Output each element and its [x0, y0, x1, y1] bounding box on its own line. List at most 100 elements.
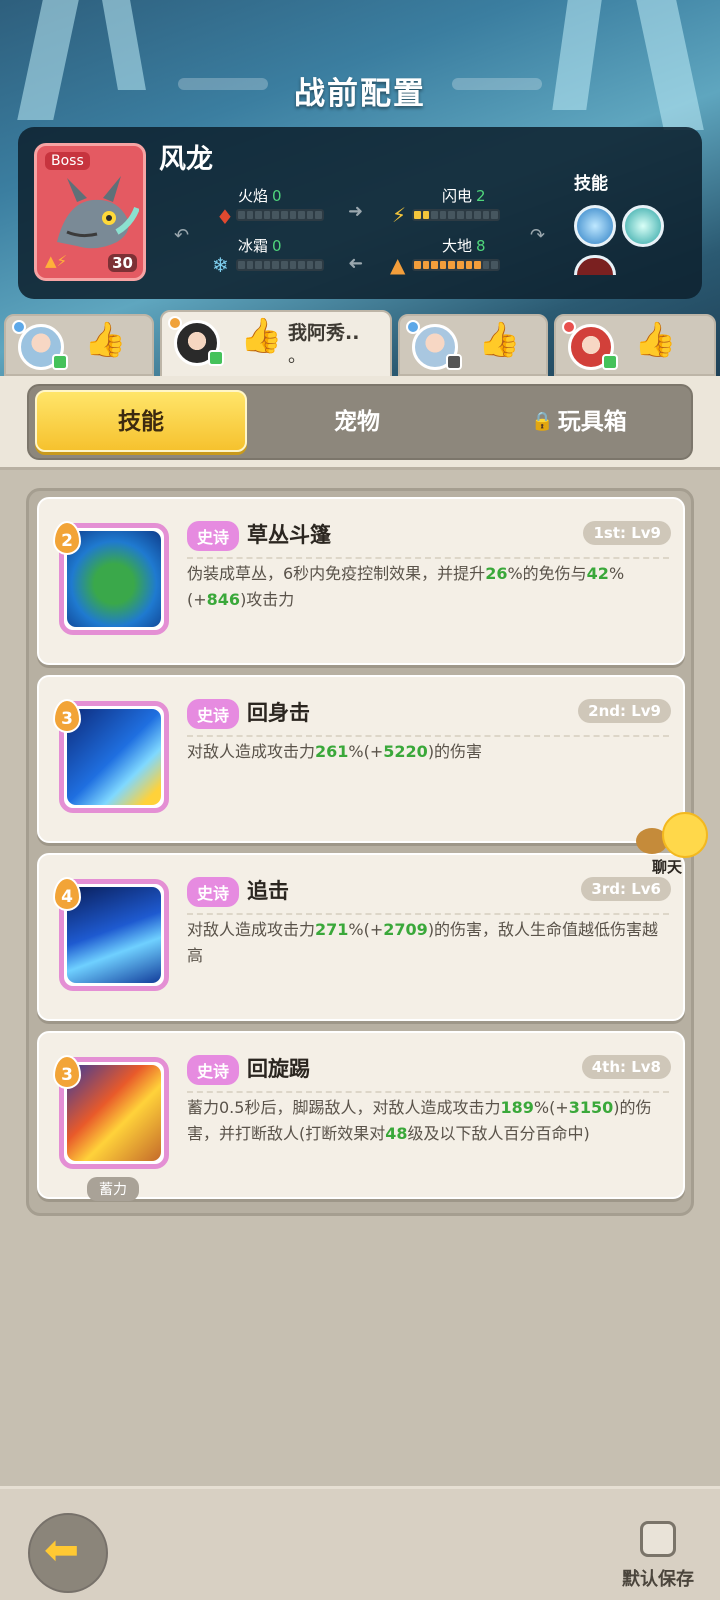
stat-bar-segment — [422, 211, 430, 219]
smiley-icon — [662, 812, 708, 858]
stat-lightning-label: 闪电 — [442, 187, 473, 205]
stat-bar-segment — [272, 211, 279, 219]
earth-lightning-icon: ▲⚡ — [45, 252, 68, 270]
tab-toybox[interactable]: 🔒 玩具箱 — [473, 386, 685, 458]
skill-slot-level: 2nd: Lv9 — [578, 699, 671, 723]
stat-bar-segment — [255, 261, 262, 269]
highlight-value: 2709 — [383, 920, 428, 939]
description-text: %的免伤与 — [507, 564, 587, 583]
online-badge-icon — [602, 354, 618, 370]
back-button[interactable]: ⬅ — [28, 1513, 108, 1593]
page-title: 战前配置 — [294, 76, 426, 112]
offline-badge-icon — [446, 354, 462, 370]
stat-bar-segment — [448, 261, 455, 269]
stat-lightning-value: 2 — [476, 187, 486, 205]
description-text: )攻击力 — [240, 590, 295, 609]
stat-bar-segment — [439, 261, 447, 269]
player-name-continued: 。 — [288, 346, 306, 367]
stat-bar-segment — [238, 261, 245, 269]
tab-pets[interactable]: 宠物 — [251, 386, 463, 458]
skill-name: 追击 — [247, 879, 289, 903]
swap-arrow-icon: ↷ — [530, 225, 546, 246]
rarity-badge: 史诗 — [187, 699, 240, 729]
description-text: 对敌人造成攻击力 — [187, 742, 316, 761]
highlight-value: 189 — [500, 1098, 534, 1117]
tab-skills[interactable]: 技能 — [35, 390, 247, 452]
player-name: 我阿秀.. — [288, 322, 360, 344]
thumbs-up-icon[interactable]: 👍 — [478, 320, 520, 360]
tab-toybox-label: 玩具箱 — [557, 409, 627, 435]
stat-lightning-bar — [412, 209, 500, 221]
description-text: 级及以下敌人百分百命中) — [407, 1124, 590, 1143]
skill-card[interactable]: 3 蓄力 史诗 回旋踢 4th: Lv8 蓄力0.5秒后，脚踢敌人，对敌人造成攻… — [37, 1031, 685, 1201]
skill-cost-badge: 4 — [53, 877, 81, 911]
skill-card[interactable]: 3 史诗 回身击 2nd: Lv9 对敌人造成攻击力261%(+5220)的伤害 — [37, 675, 685, 843]
stat-bar-segment — [456, 211, 464, 219]
class-icon — [168, 316, 182, 330]
skill-list: 2 史诗 草丛斗篷 1st: Lv9 伪装成草丛，6秒内免疫控制效果，并提升26… — [26, 488, 694, 1216]
stat-bar-segment — [238, 211, 245, 219]
description-text: )的伤害 — [427, 742, 483, 761]
default-save-checkbox[interactable] — [640, 1521, 676, 1557]
rarity-badge: 史诗 — [187, 521, 240, 551]
player-tab-4[interactable]: 👍 — [554, 314, 716, 376]
skill-name: 回旋踢 — [247, 1057, 310, 1081]
stat-bar-segment — [272, 261, 279, 269]
stat-bar-segment — [448, 211, 455, 219]
thumbs-up-icon[interactable]: 👍 — [84, 320, 126, 360]
stat-frost-bar — [236, 259, 324, 271]
stat-bar-segment — [491, 261, 498, 269]
description-text: %(+ — [533, 1098, 569, 1117]
stat-bar-segment — [306, 211, 314, 219]
highlight-value: 42 — [586, 564, 609, 583]
stat-bar-segment — [280, 211, 288, 219]
skill-cost-badge: 3 — [53, 699, 81, 733]
stat-bar-segment — [414, 211, 421, 219]
description-text: 伪装成草丛，6秒内免疫控制效果，并提升 — [187, 564, 486, 583]
wind-dragon-icon — [57, 176, 139, 249]
skill-cost-badge: 3 — [53, 1055, 81, 1089]
class-icon — [562, 320, 576, 334]
category-tabs-container: 技能 宠物 🔒 玩具箱 — [0, 376, 720, 470]
boss-name: 风龙 — [159, 144, 213, 175]
player-tab-1[interactable]: 👍 — [4, 314, 154, 376]
skill-card[interactable]: 2 史诗 草丛斗篷 1st: Lv9 伪装成草丛，6秒内免疫控制效果，并提升26… — [37, 497, 685, 665]
stat-bar-segment — [465, 261, 473, 269]
stat-bar-segment — [431, 211, 438, 219]
online-badge-icon — [52, 354, 68, 370]
boss-portrait-card[interactable]: Boss ▲⚡ 30 — [34, 143, 146, 281]
boss-info-panel: Boss ▲⚡ 30 风龙 火焰 0 ♦ 闪电 2 ⚡ 冰霜 0 ❄ 大地 8 … — [18, 127, 702, 299]
highlight-value: 261 — [315, 742, 349, 761]
charge-tag: 蓄力 — [87, 1177, 139, 1201]
skill-slot-level: 4th: Lv8 — [581, 1055, 671, 1079]
highlight-value: 846 — [206, 590, 241, 609]
boss-level: 30 — [108, 254, 137, 272]
stat-bar-segment — [298, 261, 305, 269]
thumbs-up-icon[interactable]: 👍 — [240, 316, 282, 356]
description-text: %(+ — [348, 742, 384, 761]
stat-bar-segment — [255, 211, 262, 219]
description-text: %(+ — [348, 920, 384, 939]
swap-arrow-icon: ➜ — [348, 253, 364, 274]
swap-arrow-icon: ↶ — [174, 225, 190, 246]
lock-icon: 🔒 — [531, 411, 554, 432]
swap-arrow-icon: ➜ — [348, 201, 364, 222]
skill-card[interactable]: 4 史诗 追击 3rd: Lv6 对敌人造成攻击力271%(+2709)的伤害，… — [37, 853, 685, 1021]
skill-description: 对敌人造成攻击力271%(+2709)的伤害，敌人生命值越低伤害越高 — [187, 917, 669, 969]
stat-bar-segment — [315, 261, 322, 269]
boss-skill-orb-icon[interactable] — [574, 205, 616, 247]
stat-earth-label: 大地 — [442, 237, 473, 255]
chat-button[interactable]: 聊天 — [636, 808, 716, 878]
highlight-value: 48 — [385, 1124, 408, 1143]
skill-description: 蓄力0.5秒后，脚踢敌人，对敌人造成攻击力189%(+3150)的伤害，并打断敌… — [187, 1095, 669, 1147]
thumbs-up-icon[interactable]: 👍 — [634, 320, 676, 360]
skill-slot-level: 3rd: Lv6 — [581, 877, 671, 901]
boss-skill-orb-icon[interactable] — [574, 255, 616, 275]
player-tab-2[interactable]: 👍 我阿秀.. 。 — [160, 310, 392, 378]
stat-bar-segment — [263, 211, 271, 219]
player-tab-3[interactable]: 👍 — [398, 314, 548, 376]
divider — [187, 557, 669, 559]
boss-tag: Boss — [45, 152, 90, 170]
stat-bar-segment — [482, 211, 490, 219]
boss-skill-orb-icon[interactable] — [622, 205, 664, 247]
